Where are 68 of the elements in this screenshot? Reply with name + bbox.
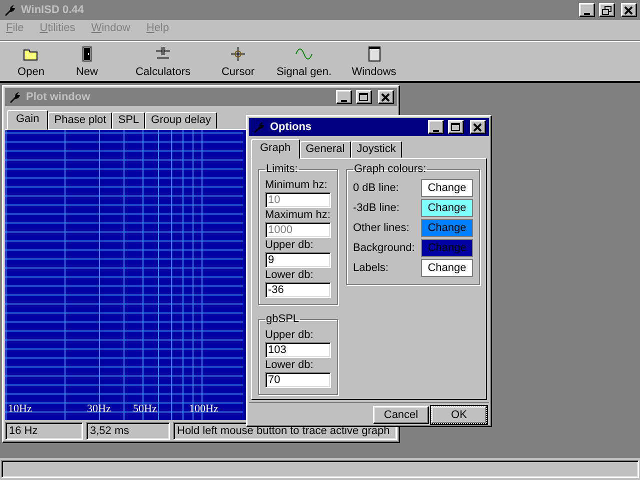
axis-label: 10Hz xyxy=(8,403,32,416)
window-title: Plot window xyxy=(26,90,92,104)
axis-label: 100Hz xyxy=(189,403,218,416)
toolbar-button[interactable]: Cursor xyxy=(206,45,270,79)
axis-label: 30Hz xyxy=(87,403,111,416)
status-text: 16 Hz xyxy=(5,422,83,440)
field-label: Lower db: xyxy=(265,359,314,372)
tab[interactable]: Joystick xyxy=(350,141,402,158)
close-icon xyxy=(381,92,391,102)
field-label: Minimum hz: xyxy=(265,179,328,192)
toolbar-button[interactable]: Signal gen. xyxy=(270,45,338,79)
tab[interactable]: General xyxy=(300,141,351,158)
status-text: 3,52 ms xyxy=(86,422,170,440)
minimize-button[interactable] xyxy=(428,120,444,134)
tab[interactable]: Group delay xyxy=(145,112,217,129)
input-field[interactable]: 103 xyxy=(265,342,331,358)
app-icon xyxy=(3,3,17,17)
app-icon xyxy=(8,90,22,104)
toolbar-button[interactable]: New xyxy=(54,45,120,79)
minimize-icon xyxy=(341,100,347,102)
colour-button[interactable]: Change xyxy=(421,199,473,217)
axis-label: 50Hz xyxy=(133,403,157,416)
close-icon xyxy=(473,122,483,132)
toolbar-button[interactable]: Calculators xyxy=(120,45,206,79)
tab[interactable]: Graph xyxy=(251,139,300,159)
minimize-button[interactable] xyxy=(336,90,352,104)
colour-label: Background: xyxy=(353,242,415,255)
field-label: Maximum hz: xyxy=(265,209,331,222)
window-title: WinISD 0.44 xyxy=(21,4,85,16)
minimize-button[interactable] xyxy=(579,3,595,17)
toolbar-button[interactable]: Open xyxy=(8,45,54,79)
colour-button[interactable]: Change xyxy=(421,259,473,277)
tab[interactable]: Phase plot xyxy=(48,112,112,129)
close-button[interactable] xyxy=(470,120,486,134)
dialog-title: Options xyxy=(270,120,313,134)
restore-icon xyxy=(602,6,612,14)
field-label: Lower db: xyxy=(265,269,314,282)
minimize-icon xyxy=(584,12,590,14)
colour-label: 0 dB line: xyxy=(353,182,399,195)
ok-button[interactable]: OK xyxy=(431,406,487,424)
colour-label: Labels: xyxy=(353,262,388,275)
input-field[interactable]: 9 xyxy=(265,252,331,268)
input-field[interactable]: -36 xyxy=(265,282,331,298)
tab[interactable]: Gain xyxy=(7,110,48,130)
tab[interactable]: SPL xyxy=(112,112,146,129)
group-title: Limits: xyxy=(265,163,299,176)
app-icon xyxy=(252,120,266,134)
field-label: Upper db: xyxy=(265,329,314,342)
group-title: Graph colours: xyxy=(353,163,428,176)
group-title: gbSPL xyxy=(265,313,300,326)
cancel-button[interactable]: Cancel xyxy=(373,406,429,424)
maximize-button[interactable] xyxy=(448,120,464,134)
close-button[interactable] xyxy=(378,90,394,104)
minimize-icon xyxy=(433,130,439,132)
crosshair-icon xyxy=(228,45,248,63)
maximize-icon xyxy=(359,92,369,102)
maximize-button[interactable] xyxy=(356,90,372,104)
colour-label: Other lines: xyxy=(353,222,410,235)
toolbar-button[interactable]: Windows xyxy=(338,45,410,79)
colour-button[interactable]: Change xyxy=(421,219,473,237)
colour-label: -3dB line: xyxy=(353,202,400,215)
restore-button[interactable] xyxy=(599,3,615,17)
field-label: Upper db: xyxy=(265,239,314,252)
close-button[interactable] xyxy=(621,3,637,17)
colour-button[interactable]: Change xyxy=(421,179,473,197)
close-icon xyxy=(624,6,634,14)
input-field[interactable]: 70 xyxy=(265,372,331,388)
maximize-icon xyxy=(451,122,461,132)
